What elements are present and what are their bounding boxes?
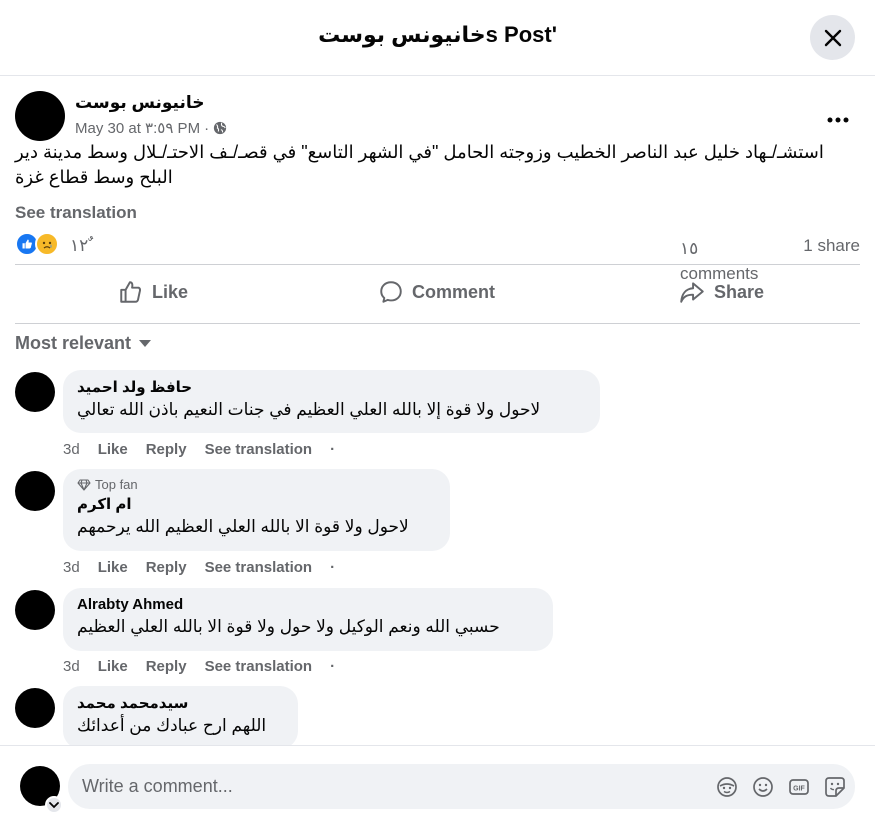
top-fan-badge: Top fan: [77, 477, 436, 492]
comment-text: لاحول ولا قوة إلا بالله العلي العظيم في …: [77, 400, 541, 419]
sad-icon: [35, 232, 59, 256]
comment-see-translation[interactable]: See translation: [205, 559, 313, 576]
divider: [15, 264, 860, 265]
emoji-icon[interactable]: [751, 775, 775, 799]
gif-icon[interactable]: GIF: [787, 775, 811, 799]
meta-separator: ·: [204, 119, 210, 137]
comment-dot: ·: [330, 658, 336, 675]
sticker-icon[interactable]: [823, 775, 847, 799]
comment-like-button[interactable]: Like: [98, 441, 128, 458]
commenter-avatar[interactable]: [15, 688, 55, 728]
reaction-count[interactable]: ١٢ ٌ: [70, 236, 93, 256]
comment-actions: 3d Like Reply See translation ·: [63, 658, 335, 675]
commenter-avatar[interactable]: [15, 590, 55, 630]
commenter-avatar[interactable]: [15, 372, 55, 412]
diamond-icon: [77, 478, 91, 491]
more-icon: [827, 117, 849, 123]
composer-icons: GIF: [715, 775, 847, 799]
profile-switch-button[interactable]: [45, 796, 63, 814]
reaction-icons[interactable]: [15, 232, 59, 256]
commenter-name[interactable]: سيدمحمد محمد: [77, 694, 284, 712]
share-button[interactable]: Share: [678, 276, 764, 308]
comment-button[interactable]: Comment: [378, 276, 495, 308]
comment-bubble: سيدمحمد محمد اللهم ارح عبادك من أعدائك: [63, 686, 298, 749]
comment-like-button[interactable]: Like: [98, 658, 128, 675]
like-button[interactable]: Like: [118, 276, 188, 308]
commenter-avatar[interactable]: [15, 471, 55, 511]
comment-time[interactable]: 3d: [63, 441, 80, 458]
dialog-header: خانيونس بوستs Post': [0, 0, 875, 76]
comment-dot: ·: [330, 559, 336, 576]
comment-text: لاحول ولا قوة الا بالله العلي العظيم الل…: [77, 517, 409, 536]
post-header: خانيونس بوست May 30 at ٣:٥٩ PM ·: [15, 91, 860, 141]
comment-bubble: حافظ ولد احميد لاحول ولا قوة إلا بالله ا…: [63, 370, 600, 433]
comment-actions: 3d Like Reply See translation ·: [63, 559, 335, 576]
comment-actions: 3d Like Reply See translation ·: [63, 441, 335, 458]
shares-count[interactable]: 1 share: [803, 236, 860, 256]
page-name[interactable]: خانيونس بوست: [75, 93, 205, 113]
see-translation-link[interactable]: See translation: [15, 203, 137, 223]
comment-button-label: Comment: [412, 281, 496, 302]
commenter-name[interactable]: Alrabty Ahmed: [77, 596, 539, 613]
comment-time[interactable]: 3d: [63, 559, 80, 576]
svg-text:GIF: GIF: [793, 786, 805, 793]
close-button[interactable]: [810, 15, 855, 60]
avatar-sticker-icon[interactable]: [715, 775, 739, 799]
chevron-down-icon: [49, 802, 59, 809]
share-icon: [680, 282, 704, 303]
post-meta: May 30 at ٣:٥٩ PM ·: [75, 119, 227, 137]
comment-sort-dropdown[interactable]: Most relevant: [15, 333, 152, 354]
share-button-label: Share: [714, 281, 765, 302]
sort-label: Most relevant: [15, 333, 132, 353]
comment-dot: ·: [330, 441, 336, 458]
comment-see-translation[interactable]: See translation: [205, 441, 313, 458]
comment-bubble: Alrabty Ahmed حسبي الله ونعم الوكيل ولا …: [63, 588, 553, 651]
comment-bubble: Top fan ام اكرم لاحول ولا قوة الا بالله …: [63, 469, 450, 551]
commenter-name[interactable]: حافظ ولد احميد: [77, 378, 586, 396]
comment-icon: [380, 281, 402, 303]
more-options-button[interactable]: [826, 103, 850, 129]
reactions-bar: ١٢ ٌ ١٥ comments 1 share: [15, 232, 860, 283]
top-fan-label: Top fan: [95, 477, 138, 492]
comment-reply-button[interactable]: Reply: [146, 559, 187, 576]
divider: [15, 323, 860, 324]
like-icon: [120, 281, 141, 303]
like-button-label: Like: [152, 281, 189, 302]
comment-time[interactable]: 3d: [63, 658, 80, 675]
page-avatar[interactable]: [15, 91, 65, 141]
comment-text: اللهم ارح عبادك من أعدائك: [77, 716, 267, 735]
comment-reply-button[interactable]: Reply: [146, 658, 187, 675]
caret-down-icon: [139, 339, 152, 347]
comment-like-button[interactable]: Like: [98, 559, 128, 576]
post-timestamp[interactable]: May 30 at ٣:٥٩ PM: [75, 119, 200, 137]
comment-see-translation[interactable]: See translation: [205, 658, 313, 675]
commenter-name[interactable]: ام اكرم: [77, 495, 436, 513]
comment-reply-button[interactable]: Reply: [146, 441, 187, 458]
close-icon: [824, 29, 841, 46]
post-text: استشـ/ـهاد خليل عبد الناصر الخطيب وزوجته…: [15, 142, 824, 187]
dialog-title: خانيونس بوستs Post': [318, 22, 557, 47]
comment-text: حسبي الله ونعم الوكيل ولا حول ولا قوة ال…: [77, 617, 500, 636]
comment-composer: GIF: [0, 745, 875, 832]
globe-icon: [213, 121, 227, 135]
